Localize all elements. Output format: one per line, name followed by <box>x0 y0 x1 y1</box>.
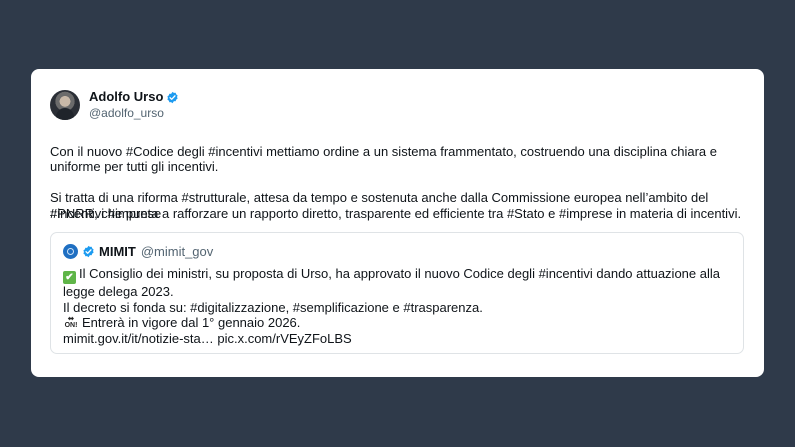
quoted-line-2: Il decreto si fonda su: #digitalizzazion… <box>63 299 483 315</box>
quoted-links[interactable]: mimit.gov.it/it/notizie-sta… pic.x.com/r… <box>63 331 733 347</box>
quoted-tweet[interactable]: MIMIT @mimit_gov ✔ Il Consiglio dei minis… <box>50 232 744 354</box>
tweet-header: Adolfo Urso @adolfo_urso <box>50 89 179 121</box>
on-arrow-icon: ⬌ ON! <box>63 315 79 330</box>
tweet-paragraph-1: Con il nuovo #Codice degli #incentivi me… <box>50 143 717 175</box>
quoted-verified-badge-icon <box>83 245 94 258</box>
mimit-logo-icon <box>63 244 78 259</box>
quoted-display-name[interactable]: MIMIT <box>99 244 136 259</box>
quoted-body: ✔ Il Consiglio dei ministri, su proposta … <box>63 266 733 346</box>
author-handle[interactable]: @adolfo_urso <box>89 105 179 121</box>
quoted-line-1: ✔ Il Consiglio dei ministri, su proposta … <box>63 266 733 300</box>
tweet-hashtags[interactable]: #incentivi #imprese <box>50 206 161 221</box>
author-avatar[interactable] <box>50 90 80 120</box>
quoted-line-1-text: Il Consiglio dei ministri, su proposta d… <box>63 266 720 299</box>
quoted-handle[interactable]: @mimit_gov <box>141 244 213 259</box>
verified-badge-icon <box>167 91 178 103</box>
author-name-row: Adolfo Urso <box>89 89 179 105</box>
quoted-line-3: ⬌ ON! Entrerà in vigore dal 1° gennaio 202… <box>63 315 733 331</box>
author-display-name[interactable]: Adolfo Urso <box>89 89 163 105</box>
check-mark-icon: ✔ <box>63 271 76 284</box>
quoted-header: MIMIT @mimit_gov <box>63 244 213 259</box>
on-arrow-text: ON! <box>64 322 78 329</box>
quoted-line-3-text: Entrerà in vigore dal 1° gennaio 2026. <box>82 315 301 330</box>
tweet-card[interactable]: Adolfo Urso @adolfo_urso Con il nuovo #C… <box>31 69 764 377</box>
author-names: Adolfo Urso @adolfo_urso <box>89 89 179 121</box>
